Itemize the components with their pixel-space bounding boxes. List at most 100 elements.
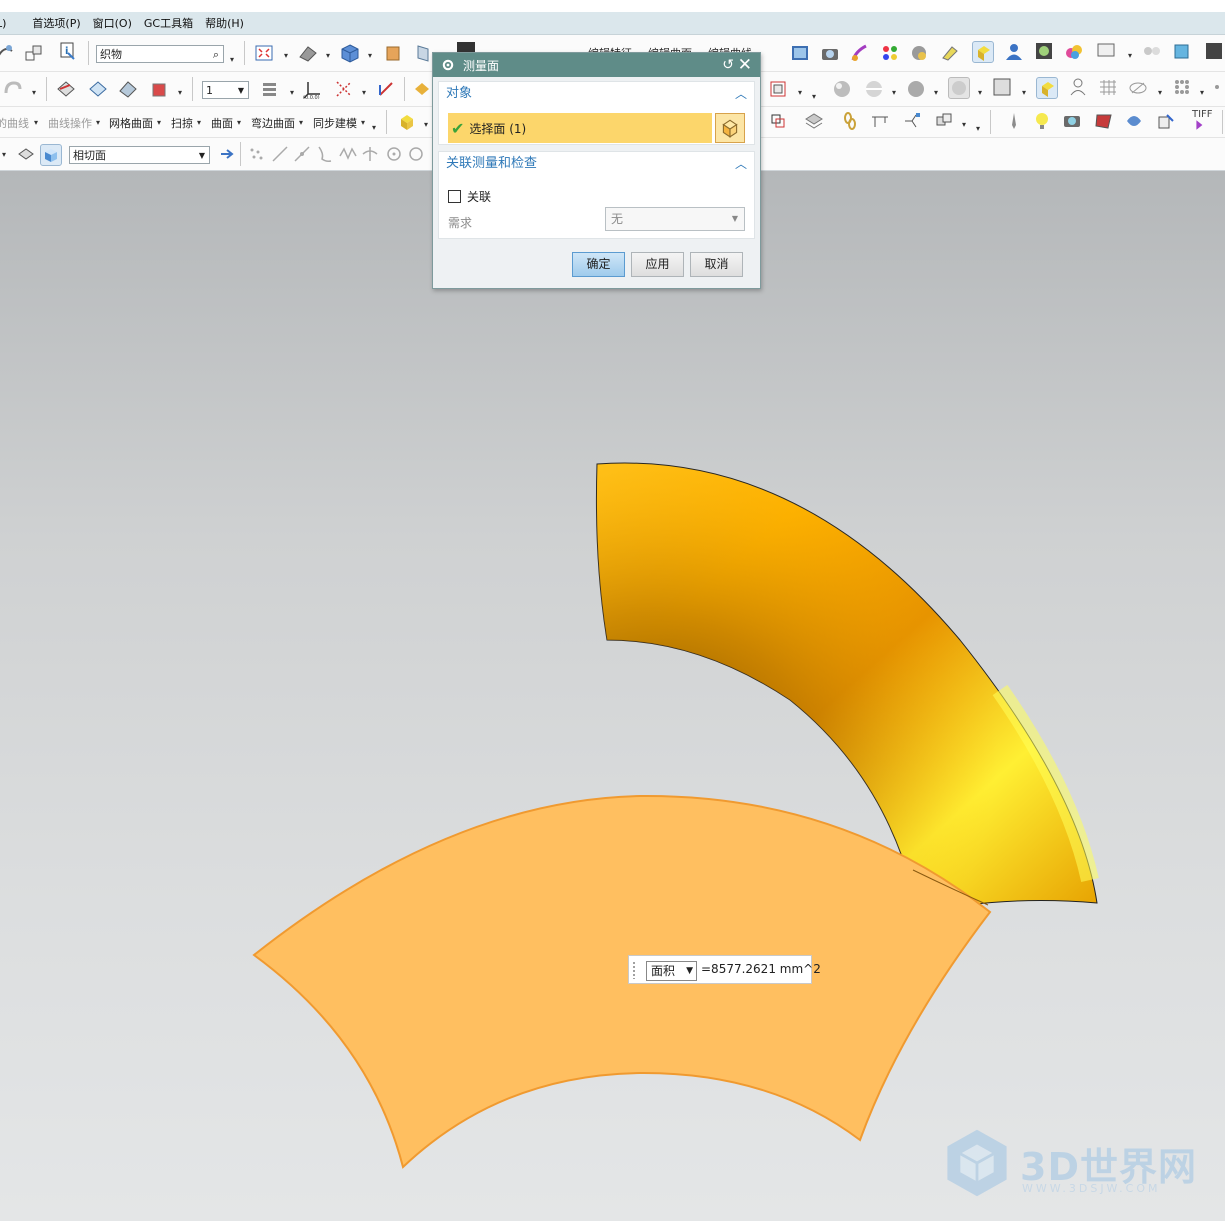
assembly-icon[interactable]	[412, 79, 432, 99]
menu-flange-surface[interactable]: 弯边曲面	[251, 115, 295, 131]
shaded-cube-icon[interactable]	[340, 43, 360, 63]
graphics-viewport[interactable]: 面积 ▼ =8577.2621 mm^2 3D世界网 WWW.3DSJW.COM	[0, 171, 1225, 1221]
tiff-export-icon[interactable]: TIFF	[1190, 109, 1216, 133]
section-icon[interactable]	[414, 43, 434, 63]
snap-line-icon[interactable]	[270, 144, 290, 164]
measure-dist-icon[interactable]	[870, 111, 890, 131]
menu-sweep[interactable]: 扫掠	[171, 115, 193, 131]
photo-icon[interactable]	[1062, 111, 1082, 131]
render-style-icon[interactable]	[298, 43, 318, 63]
menu-sync-modeling[interactable]: 同步建模	[313, 115, 357, 131]
fit-view-icon[interactable]	[254, 43, 274, 63]
menu-curve-ops[interactable]: 曲线操作	[48, 115, 92, 131]
select-face-button[interactable]	[715, 113, 745, 143]
camera-icon[interactable]	[820, 43, 840, 63]
points-icon[interactable]	[334, 79, 354, 99]
cancel-button[interactable]: 取消	[690, 252, 743, 277]
layout-icon[interactable]	[24, 43, 44, 63]
reset-icon[interactable]: ↺	[722, 57, 734, 73]
select-face-icon[interactable]	[40, 144, 62, 166]
snap-quadrant-icon[interactable]	[406, 144, 426, 164]
scene-icon[interactable]	[1064, 41, 1084, 61]
window-icon[interactable]	[1096, 41, 1116, 61]
stack-icon[interactable]	[804, 111, 824, 131]
texture-icon[interactable]	[1094, 111, 1114, 131]
chevron-up-icon[interactable]: ︿	[735, 82, 747, 106]
curve-tool-icon[interactable]	[0, 43, 16, 63]
material-icon[interactable]	[383, 43, 403, 63]
decal-icon[interactable]	[910, 43, 930, 63]
measurement-type-select[interactable]: 面积 ▼	[646, 961, 697, 981]
mesh-icon[interactable]	[56, 79, 76, 99]
no-ground-icon[interactable]	[1128, 77, 1148, 97]
export-icon[interactable]	[1156, 111, 1176, 131]
view-orient-icon[interactable]	[768, 79, 788, 99]
snap-spline-icon[interactable]	[338, 144, 358, 164]
object-group-header[interactable]: 对象 ︿	[439, 82, 754, 106]
associative-checkbox[interactable]	[448, 190, 461, 203]
gear-tool-icon[interactable]	[1204, 41, 1224, 61]
associative-checkbox-row[interactable]: 关联	[448, 188, 491, 205]
apply-button[interactable]: 应用	[631, 252, 684, 277]
grid-icon[interactable]	[1098, 77, 1118, 97]
sheet-icon[interactable]	[118, 79, 138, 99]
snap-intersect-icon[interactable]	[360, 144, 380, 164]
arrow-right-icon[interactable]	[218, 144, 238, 164]
highlight-icon[interactable]	[972, 41, 994, 63]
light-icon[interactable]	[940, 43, 960, 63]
user-icon[interactable]	[1004, 41, 1024, 61]
requirement-select[interactable]: 无 ▼	[605, 207, 745, 231]
menu-surface[interactable]: 曲面	[211, 115, 233, 131]
menu-item-preferences[interactable]: 首选项(P)	[26, 15, 86, 31]
readout-drag-handle[interactable]	[632, 961, 636, 979]
background-icon[interactable]	[992, 77, 1012, 97]
wcs-icon[interactable]	[768, 111, 788, 131]
vector-icon[interactable]	[376, 79, 396, 99]
surface-icon[interactable]	[88, 79, 108, 99]
more-tools-icon[interactable]	[1212, 77, 1225, 97]
face-highlight-icon[interactable]	[1036, 77, 1058, 99]
snap-curve-icon[interactable]	[314, 144, 334, 164]
select-face-row[interactable]: ✔ 选择面 (1)	[448, 113, 712, 143]
datum-csys-icon[interactable]: (0,0,0)	[302, 79, 322, 99]
blocks-icon[interactable]	[934, 111, 954, 131]
snap-center-icon[interactable]	[384, 144, 404, 164]
animation-icon[interactable]	[1124, 111, 1144, 131]
dots-icon[interactable]	[1172, 77, 1192, 97]
dialog-title-bar[interactable]: 测量面 ↺ ✕	[433, 53, 760, 77]
info-icon[interactable]: i	[58, 41, 78, 61]
menu-item-help[interactable]: 帮助(H)	[199, 15, 250, 31]
palette-icon[interactable]	[880, 43, 900, 63]
pencil-icon[interactable]	[1004, 111, 1024, 131]
face-rule-select[interactable]: 相切面 ▼	[69, 146, 210, 164]
chain-icon[interactable]	[840, 111, 860, 131]
search-field[interactable]: 织物 ⌕	[96, 45, 224, 63]
chevron-up-icon[interactable]: ︿	[735, 152, 747, 176]
menu-mesh-surface[interactable]: 网格曲面	[109, 115, 153, 131]
bulb-icon[interactable]	[1032, 111, 1052, 131]
routing-icon[interactable]	[902, 111, 922, 131]
snap-scatter-icon[interactable]	[246, 144, 266, 164]
cube-tool-icon[interactable]	[1172, 41, 1192, 61]
search-icon[interactable]: ⌕	[213, 46, 219, 64]
person-icon[interactable]	[1068, 77, 1088, 97]
ball-icon[interactable]	[906, 79, 926, 99]
select-body-icon[interactable]	[16, 144, 36, 164]
layer-settings-icon[interactable]	[260, 79, 280, 99]
associative-group-header[interactable]: 关联测量和检查 ︿	[439, 152, 754, 176]
ok-button[interactable]: 确定	[572, 252, 625, 277]
menu-item-window[interactable]: 窗口(O)	[87, 15, 138, 31]
close-icon[interactable]: ✕	[738, 55, 752, 75]
menu-item-gc-toolbox[interactable]: GC工具箱	[138, 15, 199, 31]
disc-icon[interactable]	[864, 79, 884, 99]
sphere-icon[interactable]	[832, 79, 852, 99]
snap-midline-icon[interactable]	[292, 144, 312, 164]
component-icon[interactable]	[396, 111, 416, 131]
film-icon[interactable]	[790, 43, 810, 63]
layer-select[interactable]: 1 ▼	[202, 81, 249, 99]
extrude-icon[interactable]	[2, 79, 22, 99]
menu-item-l[interactable]: L)	[0, 17, 12, 30]
parts-icon[interactable]	[1142, 41, 1162, 61]
clip-icon[interactable]	[948, 77, 970, 99]
menu-curve-from[interactable]: 的曲线	[0, 115, 29, 131]
